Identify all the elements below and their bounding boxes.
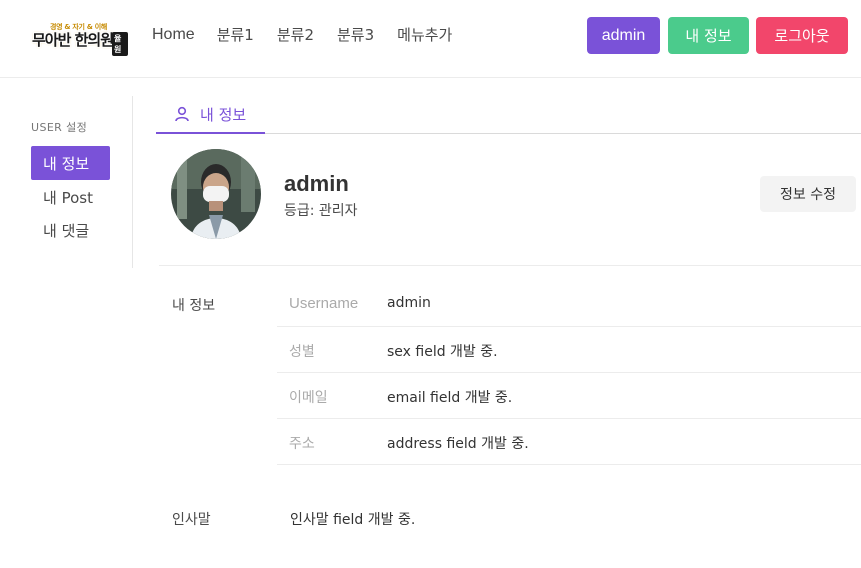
info-key-address: 주소 [289, 436, 315, 452]
info-key-sex: 성별 [289, 344, 315, 360]
sidebar-title: USER 설정 [31, 121, 88, 134]
user-settings-sidebar: USER 설정 내 정보 내 Post 내 댓글 [0, 96, 133, 268]
edit-info-button[interactable]: 정보 수정 [760, 176, 856, 212]
profile-grade: 등급: 관리자 [284, 203, 358, 219]
nav-add-menu[interactable]: 메뉴추가 [397, 25, 452, 45]
table-row: Username admin [277, 281, 861, 327]
user-icon [175, 106, 189, 122]
tab-bar: 내 정보 [156, 96, 861, 134]
table-row: 성별 sex field 개발 중. [277, 327, 861, 373]
logout-button[interactable]: 로그아웃 [756, 17, 848, 54]
sidebar-item-my-comments[interactable]: 내 댓글 [31, 213, 110, 247]
info-key-email: 이메일 [289, 390, 328, 406]
info-value-sex: sex field 개발 중. [387, 344, 498, 360]
greeting-label: 인사말 [172, 512, 211, 528]
section-divider [159, 265, 861, 266]
info-value-email: email field 개발 중. [387, 390, 513, 406]
tab-label: 내 정보 [200, 105, 247, 124]
info-section-label: 내 정보 [172, 298, 216, 314]
tab-my-info[interactable]: 내 정보 [156, 96, 265, 134]
info-table: Username admin 성별 sex field 개발 중. 이메일 em… [277, 281, 861, 465]
table-row: 주소 address field 개발 중. [277, 419, 861, 465]
greeting-value: 인사말 field 개발 중. [290, 512, 416, 528]
logo-badge: 율원 [112, 32, 128, 56]
nav-home[interactable]: Home [152, 25, 195, 45]
info-value-address: address field 개발 중. [387, 436, 529, 452]
nav-category-2[interactable]: 분류2 [277, 25, 314, 45]
sidebar-item-my-info[interactable]: 내 정보 [31, 146, 110, 180]
profile-name: admin [284, 171, 349, 196]
site-logo[interactable]: 경영 & 자기 & 이해 무아반 한의원 율원 [32, 22, 128, 56]
admin-button[interactable]: admin [587, 17, 660, 54]
avatar [171, 149, 261, 239]
info-key-username: Username [289, 295, 359, 312]
nav-category-3[interactable]: 분류3 [337, 25, 374, 45]
table-row: 이메일 email field 개발 중. [277, 373, 861, 419]
info-value-username: admin [387, 295, 431, 311]
top-header: 경영 & 자기 & 이해 무아반 한의원 율원 Home 분류1 분류2 분류3… [0, 0, 861, 78]
sidebar-item-my-post[interactable]: 내 Post [31, 180, 110, 214]
my-info-button[interactable]: 내 정보 [668, 17, 749, 54]
nav-category-1[interactable]: 분류1 [217, 25, 254, 45]
logo-title: 무아반 한의원 [32, 31, 114, 49]
main-nav: Home 분류1 분류2 분류3 메뉴추가 [152, 25, 475, 45]
